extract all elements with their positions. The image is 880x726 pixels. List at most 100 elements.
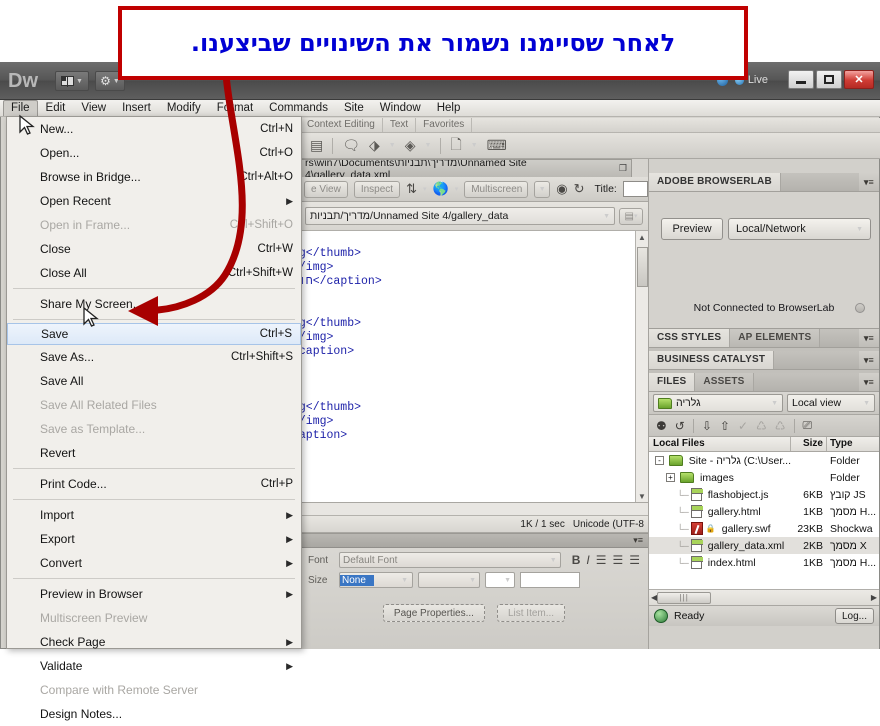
- table-row[interactable]: └─ gallery.html 1KB מסמך H...: [649, 503, 879, 520]
- menu-item-design-notes[interactable]: Design Notes...: [7, 702, 301, 726]
- insert-tab-context-editing[interactable]: Context Editing: [300, 118, 383, 132]
- files-horizontal-scrollbar[interactable]: ◀ ||| ▶: [649, 589, 879, 605]
- insert-tab-favorites[interactable]: Favorites: [416, 118, 473, 132]
- menu-file[interactable]: File: [3, 100, 38, 116]
- menu-item-new[interactable]: New... Ctrl+N: [7, 117, 301, 141]
- column-size[interactable]: Size: [791, 437, 827, 451]
- menu-commands[interactable]: Commands: [261, 100, 336, 116]
- panel-menu-icon[interactable]: ▾≡: [859, 377, 879, 388]
- menu-item-import[interactable]: Import ▶: [7, 503, 301, 527]
- template-icon[interactable]: 🗋: [450, 134, 461, 158]
- page-title-input[interactable]: [622, 181, 648, 197]
- live-view-button[interactable]: e View: [304, 180, 348, 198]
- table-row[interactable]: └─ index.html 1KB מסמך H...: [649, 554, 879, 571]
- close-button[interactable]: ✕: [844, 70, 874, 89]
- code-editor[interactable]: pg</thumb> </img> חוף</caption> pg</thum…: [300, 231, 648, 503]
- maximize-button[interactable]: [816, 70, 842, 89]
- panel-drag-area[interactable]: [820, 329, 859, 347]
- business-catalyst-panel-header[interactable]: BUSINESS CATALYST ▾≡: [649, 351, 879, 370]
- browserlab-mode-combo[interactable]: Local/Network ▼: [728, 218, 871, 240]
- files-tree[interactable]: - Site - גלריה (C:\User... Folder + images Fo…: [649, 452, 879, 589]
- menu-view[interactable]: View: [73, 100, 114, 116]
- page-properties-button[interactable]: Page Properties...: [382, 604, 485, 622]
- restore-icon[interactable]: ❐: [619, 163, 627, 174]
- multiscreen-button[interactable]: Multiscreen: [464, 180, 529, 198]
- menu-item-check-page[interactable]: Check Page ▶: [7, 630, 301, 654]
- align-left-icon[interactable]: ☰: [596, 553, 607, 567]
- panel-menu-icon[interactable]: ▾≡: [859, 355, 879, 366]
- font-combo[interactable]: Default Font ▼: [338, 552, 561, 568]
- size-unit-combo[interactable]: ▼: [418, 572, 480, 588]
- tree-expander-icon[interactable]: +: [666, 473, 675, 482]
- object-icon[interactable]: ◈: [405, 137, 416, 154]
- browserlab-panel-header[interactable]: ADOBE BROWSERLAB ▾≡: [649, 173, 879, 192]
- tab-business-catalyst[interactable]: BUSINESS CATALYST: [649, 351, 775, 369]
- code-vertical-scrollbar[interactable]: ▲ ▼: [635, 231, 648, 502]
- refresh-icon[interactable]: ↺: [675, 419, 685, 433]
- menu-item-preview-in-browser[interactable]: Preview in Browser ▶: [7, 582, 301, 606]
- visual-aids-icon[interactable]: ◉: [556, 181, 567, 197]
- view-selector-combo[interactable]: Local view ▼: [787, 394, 875, 412]
- scroll-up-icon[interactable]: ▲: [638, 233, 646, 242]
- panel-menu-icon[interactable]: ▾≡: [859, 333, 879, 344]
- column-type[interactable]: Type: [827, 437, 879, 451]
- panel-menu-icon[interactable]: ▾≡: [859, 177, 879, 188]
- panel-drag-area[interactable]: [753, 373, 859, 391]
- synchronize-icon[interactable]: ♺: [775, 419, 786, 433]
- menu-item-share-my-screen[interactable]: Share My Screen...: [7, 292, 301, 316]
- size-combo[interactable]: None ▼: [339, 572, 413, 588]
- scrollbar-thumb[interactable]: |||: [657, 591, 712, 604]
- menu-item-print-code[interactable]: Print Code... Ctrl+P: [7, 472, 301, 496]
- panel-drag-area[interactable]: [774, 351, 859, 369]
- minimize-button[interactable]: [788, 70, 814, 89]
- browserlab-preview-button[interactable]: Preview: [661, 218, 723, 240]
- menu-modify[interactable]: Modify: [159, 100, 209, 116]
- menu-item-open[interactable]: Open... Ctrl+O: [7, 141, 301, 165]
- refresh-icon[interactable]: ↻: [574, 181, 585, 197]
- menu-window[interactable]: Window: [372, 100, 429, 116]
- panel-menu-icon[interactable]: ▾≡: [633, 535, 643, 546]
- workspace-layout-button[interactable]: ▼: [55, 71, 89, 91]
- insert-div-icon[interactable]: ▤: [310, 137, 323, 154]
- table-row[interactable]: - Site - גלריה (C:\User... Folder: [649, 452, 879, 469]
- table-row[interactable]: └─ gallery_data.xml 2KB מסמך X: [649, 537, 879, 554]
- menu-format[interactable]: Format: [209, 100, 261, 116]
- menu-item-revert[interactable]: Revert: [7, 441, 301, 465]
- menu-item-open-recent[interactable]: Open Recent ▶: [7, 189, 301, 213]
- tab-assets[interactable]: ASSETS: [695, 373, 754, 391]
- comment-icon[interactable]: 🗨: [342, 137, 360, 154]
- tab-ap-elements[interactable]: AP ELEMENTS: [730, 329, 821, 347]
- italic-icon[interactable]: I: [586, 553, 589, 567]
- bold-icon[interactable]: B: [572, 553, 581, 567]
- menu-help[interactable]: Help: [429, 100, 469, 116]
- tab-files[interactable]: FILES: [649, 373, 696, 391]
- file-path-combo[interactable]: מדריך/תבניות/Unnamed Site 4/gallery_data…: [305, 207, 615, 225]
- file-menu-dropdown[interactable]: New... Ctrl+N Open... Ctrl+O Browse in Bridg…: [6, 116, 302, 721]
- tag-chooser-icon[interactable]: ⬗: [369, 137, 380, 154]
- menu-item-convert[interactable]: Convert ▶: [7, 551, 301, 575]
- check-in-icon[interactable]: ♺: [756, 419, 767, 433]
- code-horizontal-scrollbar[interactable]: [300, 503, 648, 516]
- files-panel-header[interactable]: FILES ASSETS ▾≡: [649, 373, 879, 392]
- menu-item-save-all[interactable]: Save All: [7, 369, 301, 393]
- menu-site[interactable]: Site: [336, 100, 372, 116]
- table-row[interactable]: + images Folder: [649, 469, 879, 486]
- get-files-icon[interactable]: ⇩: [702, 419, 712, 433]
- expand-panel-icon[interactable]: ⎚: [803, 418, 813, 433]
- scrollbar-thumb[interactable]: [637, 247, 648, 287]
- menu-item-save-as[interactable]: Save As... Ctrl+Shift+S: [7, 345, 301, 369]
- check-out-icon[interactable]: ✓: [738, 419, 748, 433]
- align-center-icon[interactable]: ☰: [612, 553, 623, 567]
- document-tab[interactable]: rs\win7\Documents\מדריך\תבניות\Unnamed S…: [300, 159, 632, 177]
- tree-expander-icon[interactable]: -: [654, 456, 664, 465]
- css-styles-panel-header[interactable]: CSS STYLES AP ELEMENTS ▾≡: [649, 329, 879, 348]
- live-code-icon[interactable]: ⇅: [406, 181, 417, 197]
- scroll-down-icon[interactable]: ▼: [638, 492, 646, 501]
- tab-css-styles[interactable]: CSS STYLES: [649, 329, 731, 347]
- color-hex-input[interactable]: [520, 572, 580, 588]
- insert-tab-text[interactable]: Text: [383, 118, 417, 132]
- menu-item-close[interactable]: Close Ctrl+W: [7, 237, 301, 261]
- column-local-files[interactable]: Local Files: [649, 437, 791, 451]
- put-files-icon[interactable]: ⇧: [720, 419, 730, 433]
- list-item-button[interactable]: List Item...: [496, 604, 566, 622]
